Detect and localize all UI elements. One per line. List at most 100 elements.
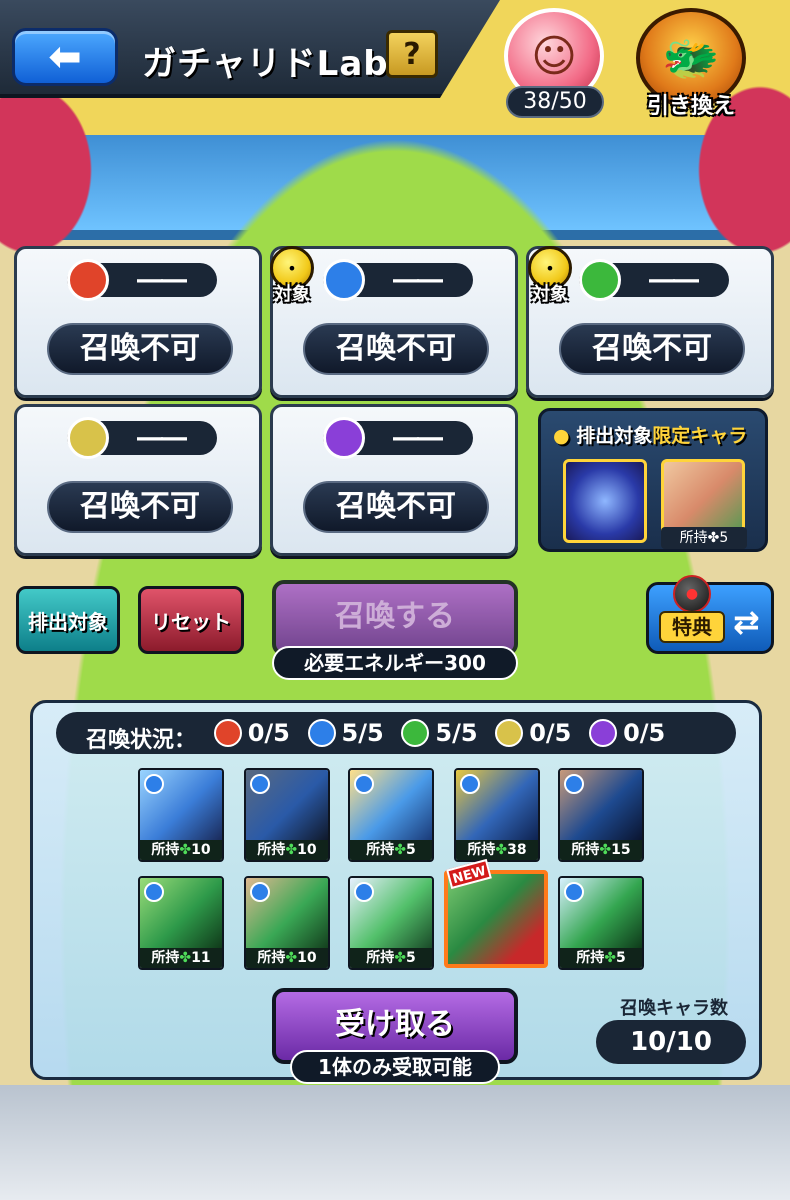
owned-label: 所持 — [257, 950, 286, 966]
summon-panel-fire[interactable]: ―― 召喚不可 — [14, 246, 262, 398]
clover-icon: ✤ — [495, 842, 508, 858]
owned-label: 所持 — [571, 842, 600, 858]
water-attribute-icon — [564, 774, 584, 794]
fire-attribute-icon — [213, 719, 242, 747]
owned-label: 所持 — [366, 842, 395, 858]
summon-panel-light[interactable]: ―― 召喚不可 — [14, 404, 262, 556]
character-card[interactable]: 所持✤10 — [244, 876, 330, 970]
summon-button[interactable]: 召喚する — [272, 580, 518, 656]
limited-title-prefix: 排出対象 — [576, 425, 653, 447]
fire-attribute-icon — [67, 259, 109, 301]
limited-owned-count: 所持✤5 — [661, 527, 747, 549]
count-value: 5/5 — [435, 719, 478, 747]
clover-icon: ✤ — [179, 950, 192, 966]
character-card[interactable]: 所持✤5 — [348, 768, 434, 862]
back-arrow-icon: ⬅ — [48, 34, 82, 80]
target-list-button[interactable]: 排出対象 — [16, 586, 120, 654]
count-fire: 0/5 — [213, 712, 290, 754]
owned-label: 所持 — [151, 842, 180, 858]
stamina-count: 38/50 — [506, 86, 604, 118]
owned-count: 所持✤10 — [246, 948, 328, 968]
reset-button[interactable]: リセット — [138, 586, 244, 654]
owned-count: 所持✤15 — [560, 840, 642, 860]
exchange-label[interactable]: 引き換え — [636, 88, 746, 120]
count-value: 0/5 — [623, 719, 666, 747]
clover-icon: ✤ — [394, 842, 406, 858]
swap-arrows-icon: ⇄ — [733, 603, 760, 641]
light-attribute-icon — [495, 719, 524, 747]
panel-status: 召喚不可 — [303, 323, 489, 375]
summon-status-label: 召喚状況： — [86, 728, 197, 753]
water-attribute-icon — [250, 774, 270, 794]
back-button[interactable]: ⬅ — [12, 28, 118, 86]
clover-icon: ✤ — [285, 842, 298, 858]
character-card[interactable]: 所持✤5 — [348, 876, 434, 970]
target-badge: • 対象 — [266, 246, 318, 308]
owned-count: 所持✤5 — [560, 948, 642, 968]
owned-count: 所持✤5 — [350, 948, 432, 968]
limited-title: ● 排出対象限定キャラ — [553, 421, 747, 448]
water-attribute-icon — [307, 719, 336, 747]
owned-number: 38 — [507, 842, 527, 858]
receive-note: 1体のみ受取可能 — [290, 1050, 500, 1084]
character-card[interactable]: 所持✤10 — [138, 768, 224, 862]
owned-label: 所持 — [257, 842, 286, 858]
count-light: 0/5 — [495, 712, 571, 754]
owned-count: 所持✤38 — [456, 840, 538, 860]
owned-number: 10 — [297, 842, 317, 858]
summon-count-label: 召喚キャラ数 — [620, 998, 728, 1019]
wood-attribute-icon — [579, 259, 621, 301]
owned-label: 所持 — [366, 950, 395, 966]
target-label: 対象 — [532, 284, 568, 305]
limited-title-highlight: 限定キャラ — [652, 425, 748, 447]
target-badge: • 対象 — [524, 246, 576, 308]
bonus-button[interactable]: ● 特典 ⇄ — [646, 575, 774, 654]
owned-number: 10 — [191, 842, 211, 858]
count-value: 0/5 — [247, 719, 290, 747]
character-card[interactable]: 所持✤15 — [558, 768, 644, 862]
character-card[interactable]: 所持✤38 — [454, 768, 540, 862]
count-wood: 5/5 — [401, 712, 478, 754]
water-attribute-icon — [354, 882, 374, 902]
owned-number: 5 — [405, 950, 416, 966]
clover-icon: ✤ — [599, 842, 612, 858]
character-card[interactable]: 所持✤5 — [558, 876, 644, 970]
owned-number: 15 — [611, 842, 631, 858]
panel-status: 召喚不可 — [47, 481, 233, 533]
help-button[interactable]: ? — [386, 30, 438, 78]
panel-status: 召喚不可 — [47, 323, 233, 375]
panel-status: 召喚不可 — [559, 323, 745, 375]
water-attribute-icon — [460, 774, 480, 794]
clover-icon: ✤ — [604, 950, 616, 966]
owned-label: 所持 — [151, 950, 180, 966]
water-attribute-icon — [144, 882, 164, 902]
owned-count: 所持✤10 — [246, 840, 328, 860]
count-value: 0/5 — [529, 719, 572, 747]
energy-requirement: 必要エネルギー300 — [272, 646, 518, 680]
egg-icon: ● — [553, 425, 570, 447]
target-label: 対象 — [274, 284, 310, 305]
water-attribute-icon — [144, 774, 164, 794]
owned-count: 所持✤5 — [350, 840, 432, 860]
bomb-icon: ● — [673, 575, 711, 613]
count-water: 5/5 — [307, 712, 384, 754]
water-attribute-icon — [354, 774, 374, 794]
character-card[interactable]: 所持✤10 — [244, 768, 330, 862]
clover-icon: ✤ — [394, 950, 406, 966]
count-value: 5/5 — [341, 719, 384, 747]
water-attribute-icon — [564, 882, 584, 902]
wood-attribute-icon — [401, 719, 430, 747]
owned-count: 所持✤10 — [140, 840, 222, 860]
limited-character-orb[interactable] — [563, 459, 647, 543]
dark-attribute-icon — [589, 719, 618, 747]
clover-icon: ✤ — [285, 950, 298, 966]
owned-number: 5 — [405, 842, 416, 858]
character-card[interactable]: 所持✤11 — [138, 876, 224, 970]
owned-count: 所持✤11 — [140, 948, 222, 968]
summon-panel-dark[interactable]: ―― 召喚不可 — [270, 404, 518, 556]
limited-characters-panel: ● 排出対象限定キャラ 所持✤5 — [538, 408, 768, 552]
dragon-mascot-icon: 🐲 — [662, 30, 720, 85]
count-dark: 0/5 — [589, 712, 665, 754]
owned-number: 5 — [615, 950, 626, 966]
owned-number: 11 — [191, 950, 211, 966]
